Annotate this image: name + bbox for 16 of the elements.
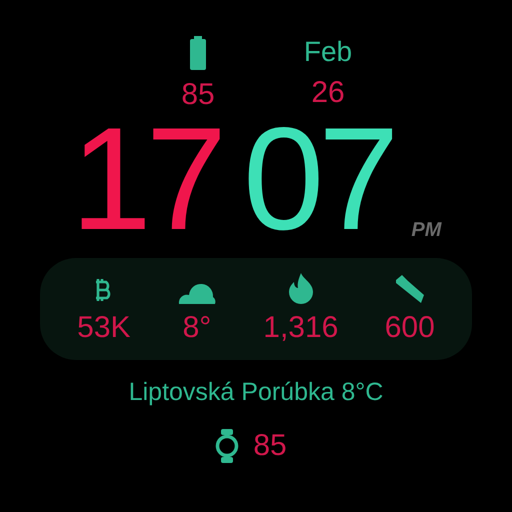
month-label: Feb — [304, 35, 352, 69]
hours-value: 17 — [70, 114, 221, 244]
stat-value: 53K — [77, 310, 131, 346]
location-weather: Liptovská Porúbka 8°C — [128, 377, 384, 408]
stat-value: 1,316 — [263, 310, 338, 346]
flame-icon — [288, 272, 314, 304]
battery-value: 85 — [181, 78, 215, 112]
minutes-value: 07 — [243, 114, 394, 244]
watch-battery-value: 85 — [253, 428, 287, 464]
period-label: PM — [411, 220, 442, 240]
cloud-icon — [176, 282, 217, 304]
day-value: 26 — [311, 76, 345, 110]
stat-value: 600 — [384, 310, 435, 346]
stat-value: 8° — [182, 310, 212, 346]
watch-icon — [215, 429, 240, 463]
battery-icon — [189, 36, 207, 70]
